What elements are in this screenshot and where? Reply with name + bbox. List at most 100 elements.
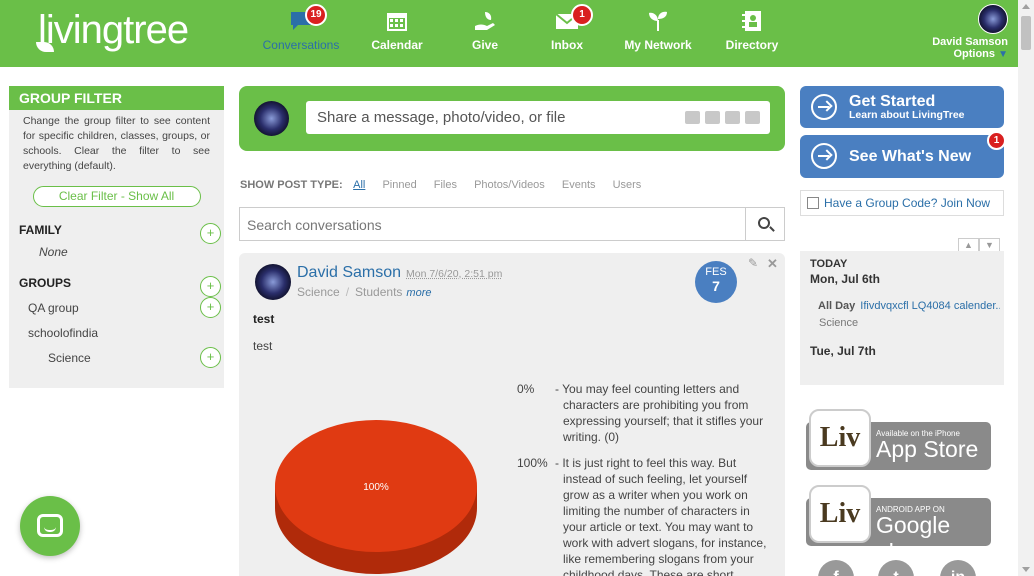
group-filter-title: GROUP FILTER: [9, 86, 224, 110]
nav-directory[interactable]: Directory: [707, 10, 797, 52]
add-qa-group-subgroup-button[interactable]: +: [200, 297, 221, 318]
nav-label: Directory: [725, 38, 779, 52]
file-icon[interactable]: [725, 111, 740, 124]
nav-inbox[interactable]: 1 Inbox: [522, 4, 612, 52]
event-time: All Day: [818, 300, 856, 312]
org-chart-icon: [807, 197, 819, 209]
today-calendar-widget: TODAY Mon, Jul 6th All Day Ifivdvqxcfl LQ…: [800, 251, 1004, 385]
event-title: Ifivdvqxcfl LQ4084 calender...: [860, 300, 1000, 312]
edit-pencil-icon[interactable]: ✎: [748, 256, 758, 270]
page-scrollbar[interactable]: [1018, 0, 1034, 576]
app-store-badge[interactable]: Liv Available on the iPhone App Store: [806, 409, 991, 470]
add-family-button[interactable]: +: [200, 223, 221, 244]
close-icon[interactable]: ✕: [767, 256, 778, 272]
cal-month: FES: [705, 266, 727, 278]
scrollbar-thumb[interactable]: [1021, 16, 1031, 50]
share-message-input[interactable]: Share a message, photo/video, or file: [306, 101, 770, 134]
chat-widget-button[interactable]: [20, 496, 80, 556]
nav-label: Give: [471, 38, 498, 52]
add-science-subgroup-button[interactable]: +: [200, 347, 221, 368]
livingtree-logo[interactable]: livingtree: [36, 8, 189, 53]
poll-pie-chart: 100%: [274, 418, 479, 576]
more-groups-link[interactable]: more: [406, 287, 431, 299]
avatar: [254, 101, 289, 136]
poll-option: 0% - You may feel counting letters and c…: [517, 381, 772, 445]
clear-filter-button[interactable]: Clear Filter - Show All: [32, 186, 201, 207]
get-started-button[interactable]: Get Started Learn about LivingTree: [800, 86, 1004, 128]
inbox-badge: 1: [571, 4, 593, 26]
filter-users[interactable]: Users: [613, 179, 642, 191]
family-value: None: [39, 245, 68, 259]
google-play-badge[interactable]: Liv ANDROID APP ON Google play: [806, 485, 991, 565]
calendar-icon: [385, 10, 409, 32]
filter-pinned[interactable]: Pinned: [382, 179, 416, 191]
user-menu[interactable]: David Samson Options ▼: [888, 4, 1008, 60]
nav-my-network[interactable]: My Network: [613, 10, 703, 52]
nav-label: Conversations: [262, 38, 340, 52]
post-calendar-badge: FES 7: [695, 261, 737, 303]
group-separator: /: [345, 285, 350, 299]
post-date[interactable]: Mon 7/6/20, 2:51 pm: [406, 268, 502, 280]
group-code-link[interactable]: Have a Group Code? Join Now: [800, 190, 1004, 216]
user-options[interactable]: Options ▼: [888, 48, 1008, 60]
nav-label: Inbox: [551, 38, 583, 52]
poll-results: 0% - You may feel counting letters and c…: [517, 381, 772, 576]
liv-app-logo-icon: Liv: [809, 409, 871, 467]
nav-calendar[interactable]: Calendar: [352, 10, 442, 52]
document-icon[interactable]: [745, 111, 760, 124]
arrow-right-circle-icon: [811, 94, 837, 120]
calendar-event[interactable]: All Day Ifivdvqxcfl LQ4084 calender...: [818, 300, 1000, 312]
post-group-students[interactable]: Students: [355, 285, 402, 299]
filter-files[interactable]: Files: [434, 179, 457, 191]
whats-new-label: See What's New: [849, 148, 972, 165]
group-item-science[interactable]: Science: [48, 351, 91, 365]
whats-new-button[interactable]: See What's New: [800, 135, 1004, 178]
top-nav-bar: livingtree 19 Conversations Calendar Giv…: [0, 0, 1018, 67]
pie-svg: 100%: [275, 420, 477, 574]
nav-conversations[interactable]: 19 Conversations: [256, 4, 346, 52]
directory-icon: [740, 10, 764, 32]
nav-give[interactable]: Give: [440, 10, 530, 52]
video-icon[interactable]: [705, 111, 720, 124]
group-filter-panel: GROUP FILTER Change the group filter to …: [9, 86, 224, 388]
logo-text: livingtree: [38, 8, 189, 52]
add-group-button[interactable]: +: [200, 276, 221, 297]
chat-bubble-icon: 19: [289, 4, 327, 32]
avatar[interactable]: [255, 264, 291, 300]
filter-all[interactable]: All: [353, 179, 365, 191]
group-filter-description: Change the group filter to see content f…: [23, 115, 210, 172]
today-date: Mon, Jul 6th: [810, 272, 880, 286]
poll-text: - It is just right to feel this way. But…: [555, 456, 767, 576]
share-placeholder: Share a message, photo/video, or file: [317, 109, 566, 126]
get-started-subtitle: Learn about LivingTree: [849, 109, 965, 121]
groups-heading: GROUPS: [19, 276, 72, 290]
attachment-icons: [685, 111, 760, 124]
filter-events[interactable]: Events: [562, 179, 596, 191]
group-code-text: Have a Group Code? Join Now: [824, 196, 991, 210]
camera-icon[interactable]: [685, 111, 700, 124]
post-type-label: SHOW POST TYPE:: [240, 179, 343, 191]
cal-day: 7: [712, 278, 720, 294]
poll-percent: 100%: [517, 456, 548, 470]
scroll-down-arrow-icon[interactable]: [1022, 567, 1030, 572]
post-group-science[interactable]: Science: [297, 285, 340, 299]
facebook-icon[interactable]: f: [818, 560, 854, 576]
next-date: Tue, Jul 7th: [810, 344, 876, 358]
post-author[interactable]: David Samson: [297, 264, 401, 282]
nav-label: My Network: [624, 38, 692, 52]
search-conversations-input[interactable]: Search conversations: [239, 207, 746, 241]
post-groups: Science / Students more: [297, 285, 431, 299]
post-composer: Share a message, photo/video, or file: [239, 86, 785, 151]
chat-icon: [37, 514, 63, 537]
post-type-filter: SHOW POST TYPE: All Pinned Files Photos/…: [240, 179, 655, 191]
search-button[interactable]: [745, 207, 785, 241]
group-item-qa-group[interactable]: QA group: [28, 301, 79, 315]
poll-percent: 0%: [517, 382, 535, 396]
filter-photos-videos[interactable]: Photos/Videos: [474, 179, 545, 191]
group-item-schoolofindia[interactable]: schoolofindia: [28, 326, 98, 340]
scroll-up-arrow-icon[interactable]: [1022, 4, 1030, 9]
post-body: test: [253, 339, 273, 353]
arrow-right-circle-icon: [811, 143, 837, 169]
nav-label: Calendar: [371, 38, 423, 52]
poll-option: 100% - It is just right to feel this way…: [517, 455, 772, 576]
